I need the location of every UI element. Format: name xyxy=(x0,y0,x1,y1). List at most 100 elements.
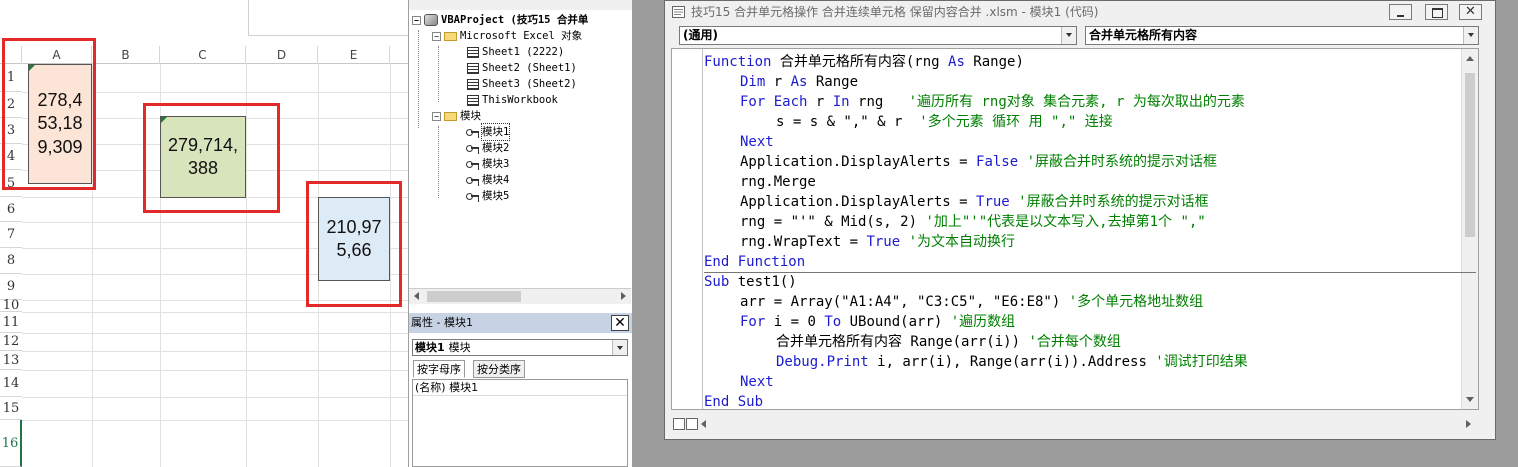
code-window[interactable]: 技巧15 合并单元格操作 合并连续单元格 保留内容合并 .xlsm - 模块1 … xyxy=(664,0,1496,440)
property-value[interactable]: 模块1 xyxy=(449,381,478,394)
code-line[interactable]: 合并单元格所有内容 Range(arr(i)) '合并每个数组 xyxy=(704,332,1248,352)
tree-node-sheet[interactable]: Sheet2 (Sheet1) xyxy=(467,60,577,76)
code-horizontal-scrollbar[interactable] xyxy=(671,415,1479,433)
column-header-e[interactable]: E xyxy=(318,46,390,64)
row-header[interactable]: 7 xyxy=(0,222,22,248)
code-line[interactable]: rng.WrapText = True '为文本自动换行 xyxy=(704,232,1248,252)
procedure-combo[interactable]: 合并单元格所有内容 xyxy=(1085,26,1479,45)
code-line[interactable]: End Sub xyxy=(704,392,1248,409)
properties-close-button[interactable]: ✕ xyxy=(611,315,629,331)
full-module-view-button[interactable] xyxy=(686,418,698,430)
chevron-down-icon[interactable] xyxy=(612,340,627,355)
row-header[interactable]: 12 xyxy=(0,333,22,351)
column-header-c[interactable]: C xyxy=(160,46,246,64)
tree-node-modules[interactable]: − 模块 xyxy=(432,108,481,124)
maximize-button[interactable] xyxy=(1425,4,1448,20)
tab-alphabetic[interactable]: 按字母序 xyxy=(413,360,465,378)
tree-node-module[interactable]: 模块3 xyxy=(465,156,509,172)
tree-node-sheet[interactable]: Sheet3 (Sheet2) xyxy=(467,76,577,92)
close-button[interactable]: ✕ xyxy=(1459,4,1482,20)
tree-node-label: 模块3 xyxy=(482,158,510,170)
highlight-box xyxy=(2,38,96,190)
scroll-down-arrow-icon[interactable] xyxy=(1466,397,1474,402)
code-line[interactable]: Function 合并单元格所有内容(rng As Range) xyxy=(704,52,1248,72)
code-keyword: End Function xyxy=(704,254,806,270)
column-header-b[interactable]: B xyxy=(92,46,160,64)
margin-indicator-bar[interactable] xyxy=(672,49,703,409)
code-line[interactable]: Sub test1() xyxy=(704,272,1248,292)
code-line[interactable]: Debug.Print i, arr(i), Range(arr(i)).Add… xyxy=(704,352,1248,372)
code-line[interactable]: End Function xyxy=(704,252,1248,272)
tree-node-label: 模块4 xyxy=(482,174,510,186)
scroll-left-arrow-icon[interactable] xyxy=(414,292,419,300)
code-line[interactable]: For i = 0 To UBound(arr) '遍历数组 xyxy=(704,312,1248,332)
tree-connector xyxy=(418,30,419,128)
row-header[interactable]: 10 xyxy=(0,299,22,312)
properties-object-select[interactable]: 模块1 模块 xyxy=(412,339,628,356)
scroll-thumb[interactable] xyxy=(1465,73,1475,237)
scroll-right-arrow-icon[interactable] xyxy=(1466,420,1471,428)
code-line[interactable]: arr = Array("A1:A4", "C3:C5", "E6:E8") '… xyxy=(704,292,1248,312)
code-line[interactable]: Dim r As Range xyxy=(704,72,1248,92)
code-text[interactable]: Function 合并单元格所有内容(rng As Range) Dim r As… xyxy=(704,52,1248,409)
collapse-toggle[interactable]: − xyxy=(432,31,441,41)
row-header[interactable]: 14 xyxy=(0,370,22,397)
column-header-f[interactable] xyxy=(390,46,408,64)
scroll-thumb[interactable] xyxy=(427,291,521,302)
property-row[interactable]: (名称) 模块1 xyxy=(413,380,627,396)
properties-grid[interactable]: (名称) 模块1 xyxy=(412,379,628,467)
project-tree[interactable]: − VBAProject (技巧15 合并单 − Microsoft Excel… xyxy=(409,10,631,288)
object-type: 模块 xyxy=(448,341,471,354)
row-header[interactable]: 13 xyxy=(0,351,22,370)
minimize-button[interactable] xyxy=(1389,4,1412,20)
excel-worksheet[interactable]: A B C D E 1 2 3 4 5 6 7 8 9 10 11 12 13 14 15 16 278,4 … xyxy=(0,0,408,467)
code-editor[interactable]: Function 合并单元格所有内容(rng As Range) Dim r As… xyxy=(671,48,1479,410)
row-header[interactable]: 11 xyxy=(0,312,22,333)
collapse-toggle[interactable]: − xyxy=(412,15,421,25)
code-line[interactable]: For Each r In rng '遍历所有 rng对象 集合元素, r 为每… xyxy=(704,92,1248,112)
tree-node-sheet[interactable]: Sheet1 (2222) xyxy=(467,44,564,60)
code-keyword: As xyxy=(948,54,965,70)
project-explorer-pane: − VBAProject (技巧15 合并单 − Microsoft Excel… xyxy=(408,0,633,467)
tree-node-label: ThisWorkbook xyxy=(482,94,558,106)
scroll-up-arrow-icon[interactable] xyxy=(1466,56,1474,61)
code-line[interactable]: Application.DisplayAlerts = False '屏蔽合并时… xyxy=(704,152,1248,172)
code-line[interactable]: Next xyxy=(704,132,1248,152)
code-line[interactable]: Application.DisplayAlerts = True '屏蔽合并时系… xyxy=(704,192,1248,212)
column-header-d[interactable]: D xyxy=(246,46,318,64)
row-header[interactable]: 9 xyxy=(0,274,22,300)
chevron-down-icon[interactable] xyxy=(1061,27,1076,44)
tree-node-module[interactable]: 模块1 xyxy=(465,123,511,141)
row-header[interactable]: 16 xyxy=(0,420,22,467)
row-header[interactable]: 6 xyxy=(0,197,22,222)
chevron-down-icon[interactable] xyxy=(1463,27,1478,44)
scroll-left-arrow-icon[interactable] xyxy=(701,420,706,428)
code-token: r xyxy=(807,94,833,110)
tree-node-excel-objects[interactable]: − Microsoft Excel 对象 xyxy=(432,28,582,44)
tree-node-vbaproject[interactable]: − VBAProject (技巧15 合并单 xyxy=(412,12,588,28)
grid-line xyxy=(22,420,408,421)
tree-node-module[interactable]: 模块2 xyxy=(465,140,509,156)
code-line[interactable]: rng.Merge xyxy=(704,172,1248,192)
scroll-right-arrow-icon[interactable] xyxy=(621,292,626,300)
code-line[interactable]: Next xyxy=(704,372,1248,392)
code-line[interactable]: rng = "'" & Mid(s, 2) '加上"'"代表是以文本写入,去掉第… xyxy=(704,212,1248,232)
project-horizontal-scrollbar[interactable] xyxy=(409,288,631,304)
tree-node-thisworkbook[interactable]: ThisWorkbook xyxy=(467,92,558,108)
tab-categorized[interactable]: 按分类序 xyxy=(473,360,525,378)
object-combo[interactable]: (通用) xyxy=(679,26,1077,45)
row-header[interactable]: 15 xyxy=(0,397,22,420)
code-keyword: Function xyxy=(704,54,772,70)
tree-node-module[interactable]: 模块4 xyxy=(465,172,509,188)
code-token: rng.Merge xyxy=(740,174,816,190)
code-keyword: To xyxy=(824,314,842,330)
code-line[interactable]: s = s & "," & r '多个元素 循环 用 "," 连接 xyxy=(704,112,1248,132)
collapse-toggle[interactable]: − xyxy=(432,111,441,121)
code-vertical-scrollbar[interactable] xyxy=(1461,49,1478,409)
code-window-title-bar[interactable]: 技巧15 合并单元格操作 合并连续单元格 保留内容合并 .xlsm - 模块1 … xyxy=(665,1,1495,23)
row-header[interactable]: 8 xyxy=(0,248,22,274)
tree-node-module[interactable]: 模块5 xyxy=(465,188,509,204)
procedure-view-button[interactable] xyxy=(673,418,685,430)
code-keyword: False xyxy=(976,154,1019,170)
